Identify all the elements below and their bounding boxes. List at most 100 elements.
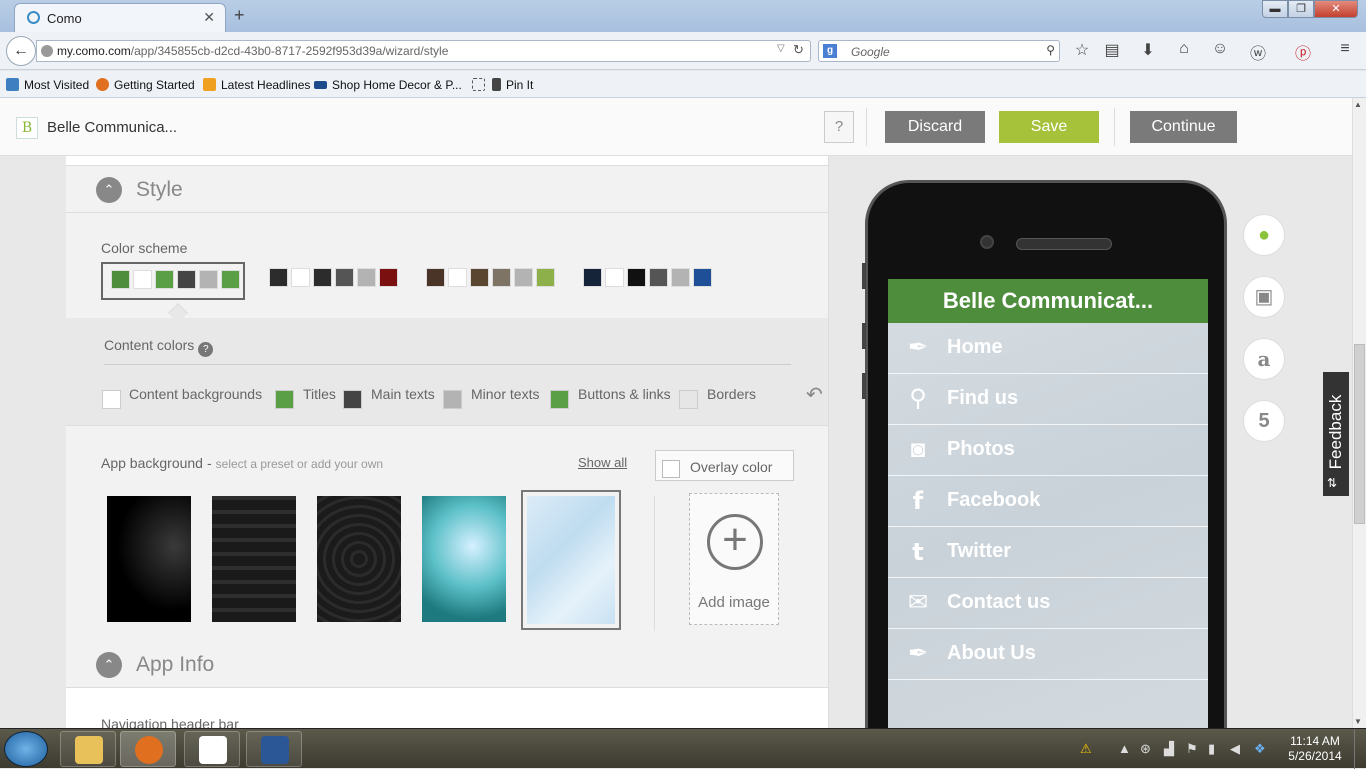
bookmark-latest-headlines[interactable]: Latest Headlines <box>203 78 310 92</box>
header-divider <box>1114 108 1115 146</box>
taskbar-app-dropbox[interactable] <box>184 731 240 767</box>
menu-item-find-us[interactable]: ⚲ Find us <box>888 374 1208 425</box>
app-info-section-header[interactable]: ⌃ App Info <box>66 642 828 688</box>
collapse-chevron-icon[interactable]: ⌃ <box>96 177 122 203</box>
titles-swatch[interactable] <box>275 390 294 409</box>
background-thumbnail[interactable] <box>212 496 296 622</box>
tab-close-icon[interactable]: ✕ <box>203 9 215 26</box>
window-maximize-button[interactable]: ❐ <box>1288 0 1314 18</box>
bookmark-blank[interactable] <box>472 78 490 92</box>
background-thumbnail-selected[interactable] <box>521 490 621 630</box>
collapse-chevron-icon[interactable]: ⌃ <box>96 652 122 678</box>
twitter-icon: t <box>912 538 924 566</box>
menu-item-contact-us[interactable]: ✉ Contact us <box>888 578 1208 629</box>
discard-button[interactable]: Discard <box>885 111 985 143</box>
color-scheme-option[interactable] <box>101 262 245 300</box>
search-go-icon[interactable]: ⚲ <box>1046 43 1055 57</box>
borders-swatch[interactable] <box>679 390 698 409</box>
save-button[interactable]: Save <box>999 111 1099 143</box>
window-close-button[interactable]: ✕ <box>1314 0 1358 18</box>
buttons-links-swatch[interactable] <box>550 390 569 409</box>
color-scheme-option[interactable] <box>575 262 715 300</box>
window-minimize-button[interactable]: ▬ <box>1262 0 1288 18</box>
menu-item-facebook[interactable]: f Facebook <box>888 476 1208 527</box>
android-icon[interactable]: ▣ <box>1243 276 1285 318</box>
system-clock[interactable]: 11:14 AM 5/26/2014 <box>1284 734 1346 764</box>
scroll-down-icon[interactable]: ▼ <box>1354 717 1362 726</box>
home-icon[interactable]: ⌂ <box>1172 40 1196 58</box>
show-desktop-button[interactable] <box>1354 729 1366 769</box>
volume-icon[interactable]: ◀ <box>1230 741 1240 757</box>
color-scheme-option[interactable] <box>261 262 401 300</box>
taskbar-app-word[interactable] <box>246 731 302 767</box>
reload-icon[interactable]: ↻ <box>793 42 804 58</box>
bookmark-getting-started[interactable]: Getting Started <box>96 78 195 92</box>
scrollbar-thumb[interactable] <box>1354 344 1365 524</box>
menu-item-twitter[interactable]: t Twitter <box>888 527 1208 578</box>
signal-icon[interactable]: ▟ <box>1164 741 1174 757</box>
url-text[interactable]: my.como.com/app/345855cb-d2cd-43b0-8717-… <box>57 44 448 58</box>
undo-icon[interactable]: ↶ <box>806 382 823 407</box>
new-tab-button[interactable]: + <box>234 5 245 26</box>
app-name[interactable]: Belle Communica... <box>47 119 177 136</box>
apple-icon[interactable]: ● <box>1243 214 1285 256</box>
persona-icon[interactable]: ☺ <box>1208 40 1232 58</box>
page-scrollbar[interactable]: ▲ ▼ <box>1352 98 1366 728</box>
phone-side-button <box>862 373 866 399</box>
weave-icon[interactable]: ⓦ <box>1246 40 1270 64</box>
background-thumbnail[interactable] <box>107 496 191 622</box>
continue-button[interactable]: Continue <box>1130 111 1237 143</box>
download-icon[interactable]: ⬇ <box>1136 40 1160 60</box>
show-all-link[interactable]: Show all <box>578 455 627 470</box>
minor-texts-swatch[interactable] <box>443 390 462 409</box>
content-backgrounds-swatch[interactable] <box>102 390 121 409</box>
bookmark-shop-home-decor[interactable]: Shop Home Decor & P... <box>314 78 462 92</box>
action-center-icon[interactable]: ⚠ <box>1080 741 1092 757</box>
style-section-header[interactable]: ⌃ Style <box>66 167 828 213</box>
start-button[interactable] <box>4 731 48 767</box>
url-bar[interactable]: my.como.com/app/345855cb-d2cd-43b0-8717-… <box>36 40 811 62</box>
minor-texts-label: Minor texts <box>471 386 540 402</box>
bookmark-most-visited[interactable]: Most Visited <box>6 78 89 92</box>
star-icon[interactable]: ☆ <box>1070 40 1094 60</box>
help-button[interactable]: ? <box>824 111 854 143</box>
network-icon[interactable]: ⊛ <box>1140 741 1151 757</box>
pinterest-icon[interactable]: ⓟ <box>1291 40 1315 64</box>
history-dropdown-icon[interactable]: ▽ <box>777 43 785 54</box>
amazon-icon[interactable]: a <box>1243 338 1285 380</box>
color-swatch <box>133 270 152 289</box>
background-thumbnail[interactable] <box>422 496 506 622</box>
flag-icon[interactable]: ⚑ <box>1186 741 1198 757</box>
overlay-color-checkbox[interactable] <box>662 460 680 478</box>
tab-como[interactable]: Como ✕ <box>14 3 226 32</box>
html5-icon[interactable]: 5 <box>1243 400 1285 442</box>
feedback-tab[interactable]: Feedback ⇅ <box>1323 372 1349 496</box>
menu-item-about-us[interactable]: ✒ About Us <box>888 629 1208 680</box>
taskbar-app-explorer[interactable] <box>60 731 116 767</box>
menu-item-photos[interactable]: ◙ Photos <box>888 425 1208 476</box>
back-button[interactable]: ← <box>6 36 36 66</box>
scroll-up-icon[interactable]: ▲ <box>1354 100 1362 109</box>
color-scheme-option[interactable] <box>418 262 558 300</box>
bookmark-label: Latest Headlines <box>221 78 311 92</box>
menu-item-home[interactable]: ✒ Home <box>888 323 1208 374</box>
taskbar-app-firefox[interactable] <box>120 731 176 767</box>
search-bar[interactable]: g Google ⚲ <box>818 40 1060 62</box>
menu-label: Facebook <box>947 489 1041 511</box>
add-image-button[interactable]: + Add image <box>689 493 779 625</box>
bookmarks-bar: Most Visited Getting Started Latest Head… <box>0 71 1366 98</box>
menu-icon[interactable]: ≡ <box>1333 40 1357 58</box>
system-tray: ⚠ ▲ ⊛ ▟ ⚑ ▮ ◀ ❖ <box>1068 729 1282 769</box>
overlay-color-toggle[interactable]: Overlay color <box>655 450 794 481</box>
color-swatch <box>536 268 555 287</box>
background-thumbnail[interactable] <box>317 496 401 622</box>
reader-icon[interactable]: ▤ <box>1100 40 1124 60</box>
bookmark-pin-it[interactable]: Pin It <box>492 78 533 92</box>
show-hidden-icons-icon[interactable]: ▲ <box>1118 741 1131 756</box>
device-icon[interactable]: ▮ <box>1208 741 1215 757</box>
phone-side-button <box>862 323 866 349</box>
dropbox-tray-icon[interactable]: ❖ <box>1254 741 1266 757</box>
google-g-icon[interactable]: g <box>823 44 837 58</box>
help-icon[interactable]: ? <box>198 342 214 357</box>
main-texts-swatch[interactable] <box>343 390 362 409</box>
